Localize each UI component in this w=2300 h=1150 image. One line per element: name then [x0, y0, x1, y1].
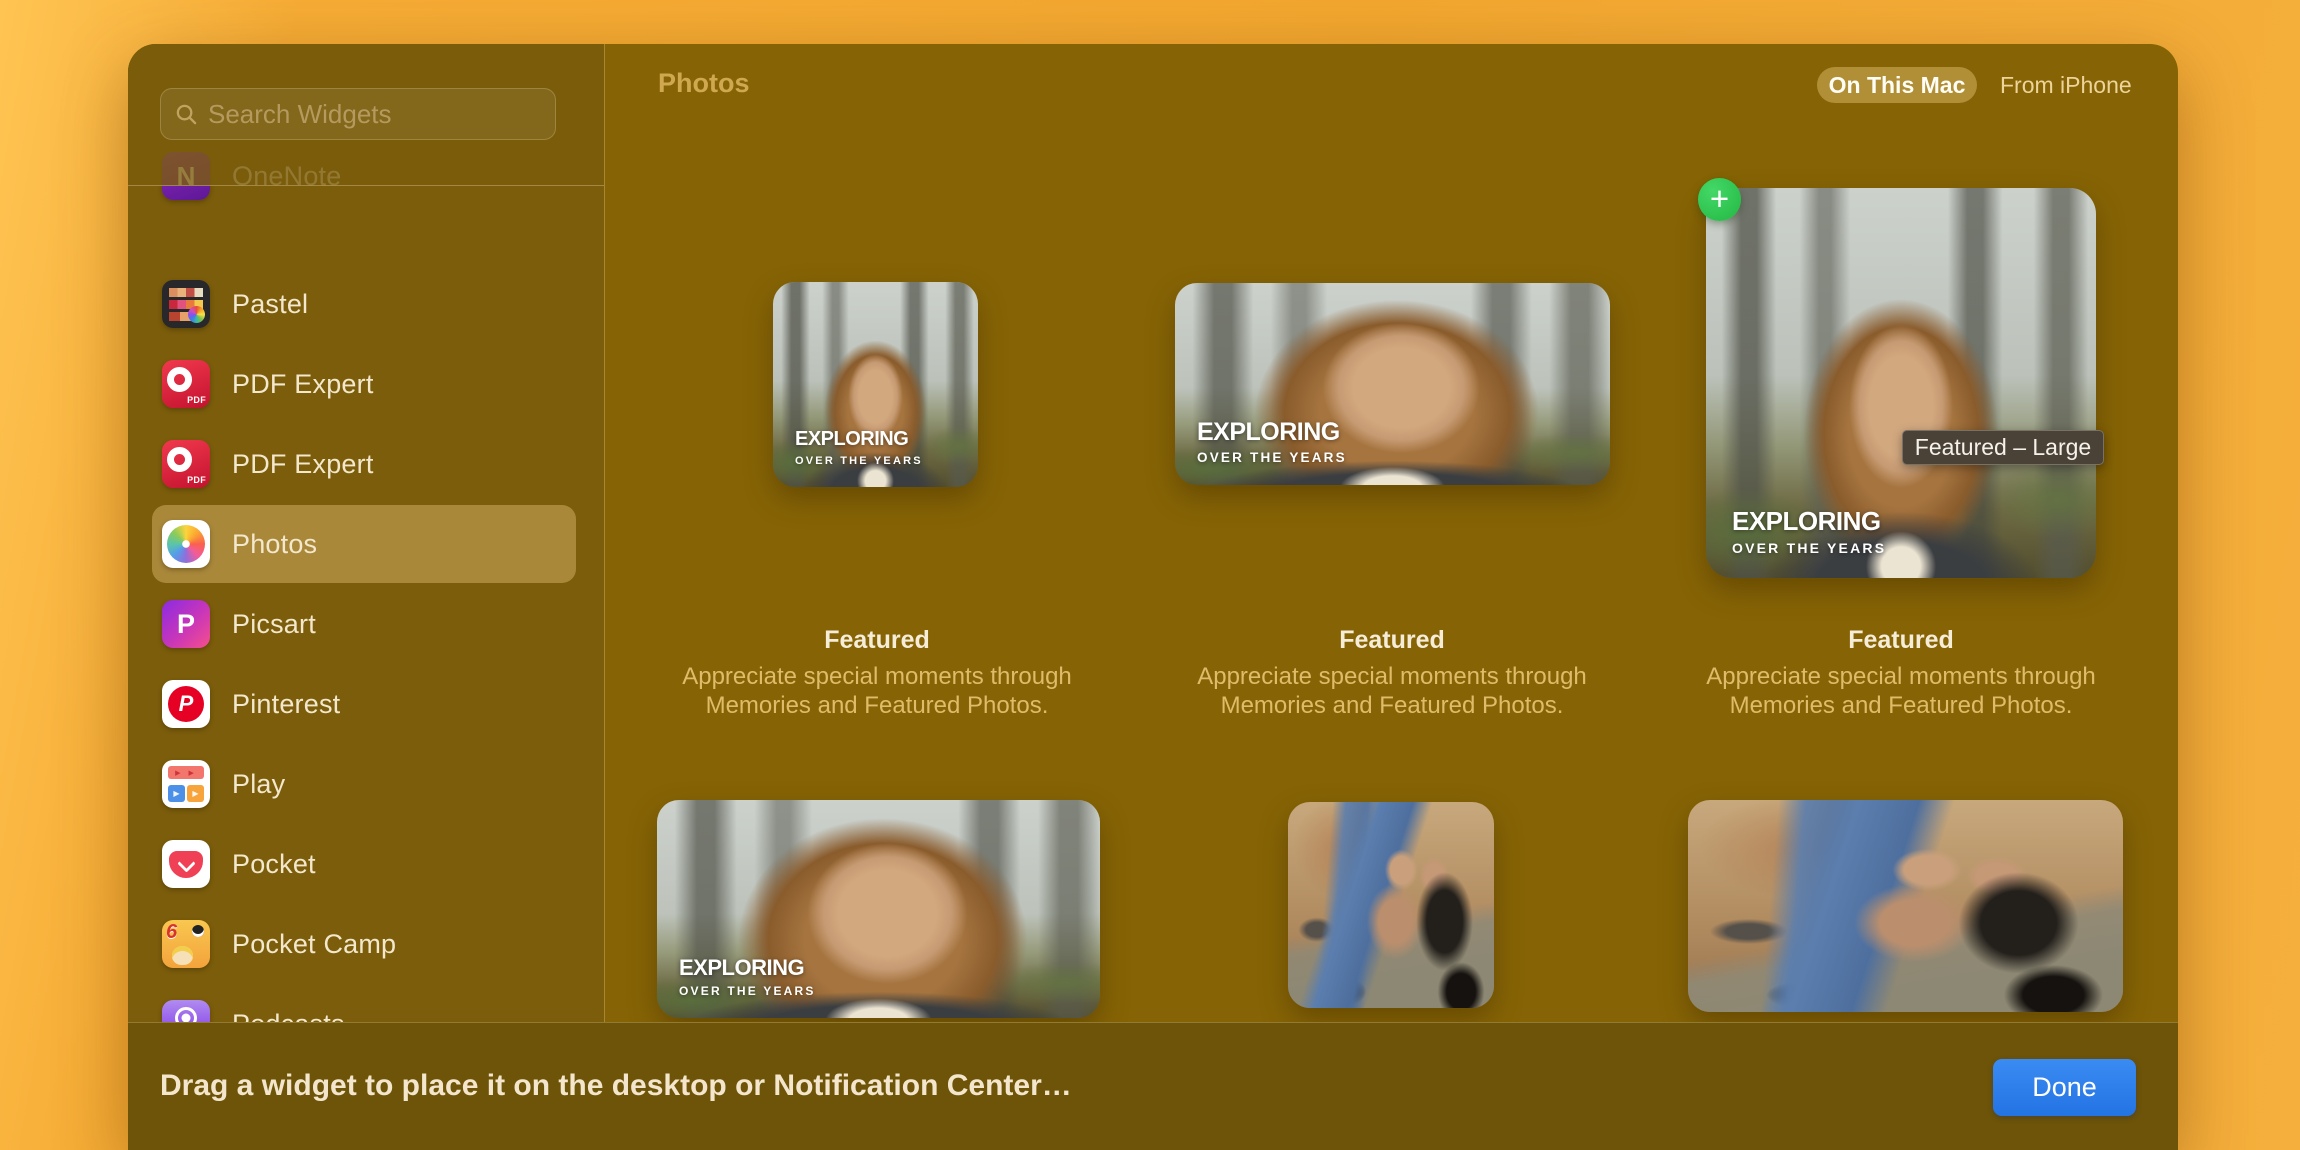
- sidebar-item-play[interactable]: Play: [152, 745, 576, 823]
- pinterest-p-glyph: P: [168, 686, 204, 722]
- sidebar-item-pocket-camp[interactable]: 6 Pocket Camp: [152, 905, 576, 983]
- photos-icon: [162, 520, 210, 568]
- widget-title: Featured: [1187, 626, 1597, 655]
- memory-photo-preview: [1688, 800, 2123, 1012]
- widget-memories-medium[interactable]: EXPLORING OVER THE YEARS: [657, 800, 1100, 1018]
- photos-pinwheel-glyph: [167, 525, 205, 563]
- sidebar-item-label: Pocket Camp: [232, 929, 396, 960]
- memory-title: EXPLORING: [1732, 508, 1886, 535]
- footer-bar: Drag a widget to place it on the desktop…: [128, 1022, 2178, 1150]
- memory-title: EXPLORING: [1197, 419, 1347, 445]
- sidebar-item-photos[interactable]: Photos: [152, 505, 576, 583]
- memory-overlay: EXPLORING OVER THE YEARS: [795, 429, 923, 467]
- picsart-icon: P: [162, 600, 210, 648]
- widget-title: Featured: [672, 626, 1082, 655]
- search-field[interactable]: [160, 88, 556, 140]
- widget-featured-small[interactable]: EXPLORING OVER THE YEARS: [773, 282, 978, 487]
- pdf-ring-glyph: [167, 447, 192, 472]
- widget-title: Featured: [1696, 626, 2106, 655]
- play-tile-blue: [168, 785, 185, 802]
- pdf-ring-glyph: [167, 367, 192, 392]
- memory-overlay: EXPLORING OVER THE YEARS: [1197, 419, 1347, 465]
- pdf-badge-text: PDF: [187, 475, 206, 485]
- memory-subtitle: OVER THE YEARS: [795, 455, 923, 467]
- search-input[interactable]: [208, 99, 543, 130]
- pocket-chevron-glyph: [169, 851, 203, 878]
- memory-overlay: EXPLORING OVER THE YEARS: [1732, 508, 1886, 556]
- dog-face-glyph: [172, 946, 193, 965]
- sidebar-item-pdf-expert-1[interactable]: PDF PDF Expert: [152, 345, 576, 423]
- drag-hint-text: Drag a widget to place it on the desktop…: [160, 1069, 1072, 1103]
- play-tile-orange: [187, 785, 204, 802]
- sidebar-search-header: [128, 44, 604, 186]
- widget-featured-medium[interactable]: EXPLORING OVER THE YEARS: [1175, 283, 1610, 485]
- widget-label-medium: Featured Appreciate special moments thro…: [1187, 626, 1597, 720]
- widget-size-tooltip: Featured – Large: [1902, 430, 2104, 465]
- widget-memories-small[interactable]: [1288, 802, 1494, 1008]
- pdf-expert-icon: PDF: [162, 360, 210, 408]
- play-tile-top: [168, 766, 204, 779]
- widget-description: Appreciate special moments through Memor…: [1696, 662, 2106, 720]
- tab-from-iphone[interactable]: From iPhone: [2000, 67, 2132, 103]
- widget-label-large: Featured Appreciate special moments thro…: [1696, 626, 2106, 720]
- penguin-glyph: [192, 925, 204, 937]
- sidebar: N OneNote Pastel PDF PDF Expert PDF PDF …: [128, 44, 604, 1022]
- sidebar-item-label: Pocket: [232, 849, 316, 880]
- sidebar-item-label: Pinterest: [232, 689, 340, 720]
- pdf-expert-icon: PDF: [162, 440, 210, 488]
- pastel-icon: [162, 280, 210, 328]
- pocket-camp-icon: 6: [162, 920, 210, 968]
- memory-title: EXPLORING: [679, 956, 816, 979]
- sidebar-divider: [604, 44, 605, 1022]
- widget-description: Appreciate special moments through Memor…: [1187, 662, 1597, 720]
- sidebar-item-pinterest[interactable]: P Pinterest: [152, 665, 576, 743]
- sidebar-item-label: PDF Expert: [232, 449, 374, 480]
- play-icon: [162, 760, 210, 808]
- widget-gallery-window: N OneNote Pastel PDF PDF Expert PDF PDF …: [128, 44, 2178, 1150]
- pinterest-icon: P: [162, 680, 210, 728]
- anniversary-badge: 6: [166, 921, 177, 944]
- sidebar-item-label: Play: [232, 769, 285, 800]
- sidebar-item-label: PDF Expert: [232, 369, 374, 400]
- widget-memories-wide[interactable]: [1688, 800, 2123, 1012]
- pocket-icon: [162, 840, 210, 888]
- sidebar-item-picsart[interactable]: P Picsart: [152, 585, 576, 663]
- sidebar-item-label: Pastel: [232, 289, 308, 320]
- memory-subtitle: OVER THE YEARS: [1732, 540, 1886, 556]
- memory-title: EXPLORING: [795, 429, 923, 450]
- pdf-badge-text: PDF: [187, 395, 206, 405]
- sidebar-item-label: Photos: [232, 529, 317, 560]
- sidebar-item-pdf-expert-2[interactable]: PDF PDF Expert: [152, 425, 576, 503]
- add-widget-button[interactable]: +: [1698, 178, 1741, 221]
- widget-featured-large[interactable]: EXPLORING OVER THE YEARS: [1706, 188, 2096, 578]
- sidebar-item-label: Picsart: [232, 609, 316, 640]
- tab-on-this-mac[interactable]: On This Mac: [1817, 67, 1977, 103]
- memory-photo-preview: [1288, 802, 1494, 1008]
- sidebar-item-pocket[interactable]: Pocket: [152, 825, 576, 903]
- memory-subtitle: OVER THE YEARS: [1197, 450, 1347, 465]
- widget-label-small: Featured Appreciate special moments thro…: [672, 626, 1082, 720]
- page-title: Photos: [658, 68, 750, 99]
- search-icon: [175, 103, 198, 126]
- done-button[interactable]: Done: [1993, 1059, 2136, 1116]
- widget-description: Appreciate special moments through Memor…: [672, 662, 1082, 720]
- sidebar-item-pastel[interactable]: Pastel: [152, 265, 576, 343]
- memory-overlay: EXPLORING OVER THE YEARS: [679, 956, 816, 998]
- memory-subtitle: OVER THE YEARS: [679, 984, 816, 998]
- color-wheel-icon: [188, 306, 205, 323]
